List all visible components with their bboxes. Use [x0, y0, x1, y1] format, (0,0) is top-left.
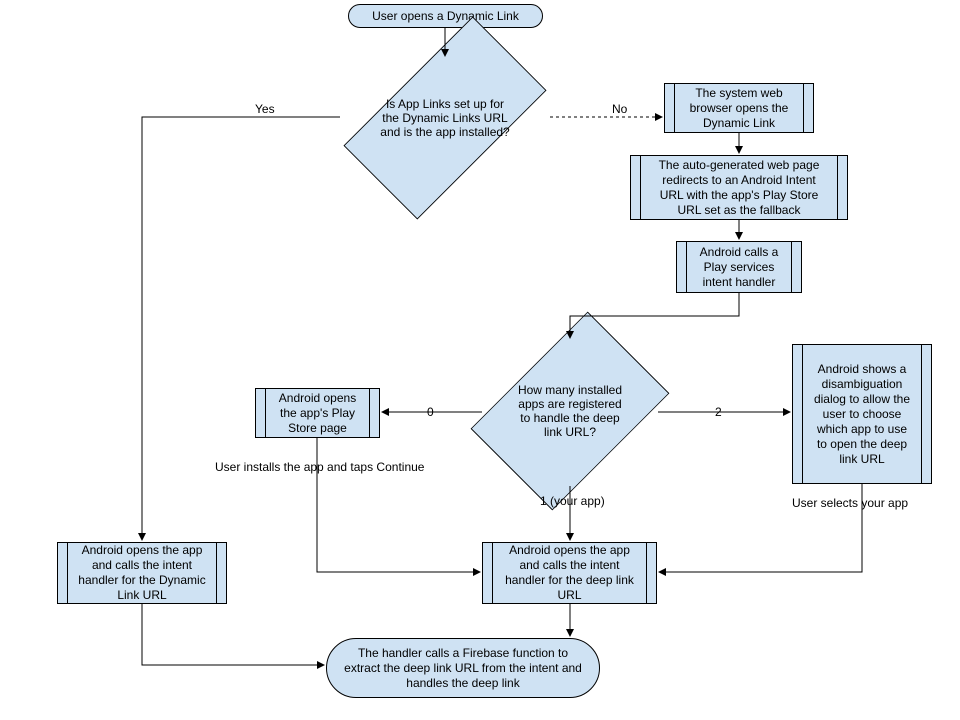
edge-label-yes: Yes	[255, 102, 275, 116]
label-open-deep: Android opens the app and calls the inte…	[501, 543, 638, 603]
terminator-end: The handler calls a Firebase function to…	[326, 638, 600, 698]
label-redirect: The auto-generated web page redirects to…	[649, 158, 829, 218]
label-disambiguation: Android shows a disambiguation dialog to…	[811, 362, 913, 467]
process-open-dynamiclink: Android opens the app and calls the inte…	[57, 542, 227, 604]
process-disambiguation: Android shows a disambiguation dialog to…	[792, 344, 932, 484]
process-playservices: Android calls a Play services intent han…	[676, 241, 802, 293]
label-playstore: Android opens the app's Play Store page	[274, 391, 361, 436]
edge-label-install: User installs the app and taps Continue	[215, 460, 424, 474]
label-browser: The system web browser opens the Dynamic…	[683, 86, 795, 131]
process-redirect: The auto-generated web page redirects to…	[630, 155, 848, 220]
edge-label-zero: 0	[427, 405, 434, 419]
edge-label-selects: User selects your app	[792, 496, 908, 510]
terminator-start: User opens a Dynamic Link	[348, 4, 543, 28]
process-browser: The system web browser opens the Dynamic…	[664, 83, 814, 133]
label-d1: Is App Links set up for the Dynamic Link…	[378, 97, 512, 139]
label-playservices: Android calls a Play services intent han…	[695, 245, 783, 290]
decision-applinks: Is App Links set up for the Dynamic Link…	[340, 58, 550, 178]
edge-label-one: 1 (your app)	[540, 494, 605, 508]
label-open-dl: Android opens the app and calls the inte…	[76, 543, 208, 603]
edge-label-two: 2	[715, 405, 722, 419]
label-end: The handler calls a Firebase function to…	[341, 646, 585, 691]
process-playstore: Android opens the app's Play Store page	[255, 388, 380, 438]
edge-label-no: No	[612, 102, 627, 116]
decision-howmany: How many installed apps are registered t…	[480, 336, 660, 486]
label-d2: How many installed apps are registered t…	[516, 383, 624, 439]
process-open-deeplink: Android opens the app and calls the inte…	[482, 542, 657, 604]
label-start: User opens a Dynamic Link	[372, 9, 519, 24]
